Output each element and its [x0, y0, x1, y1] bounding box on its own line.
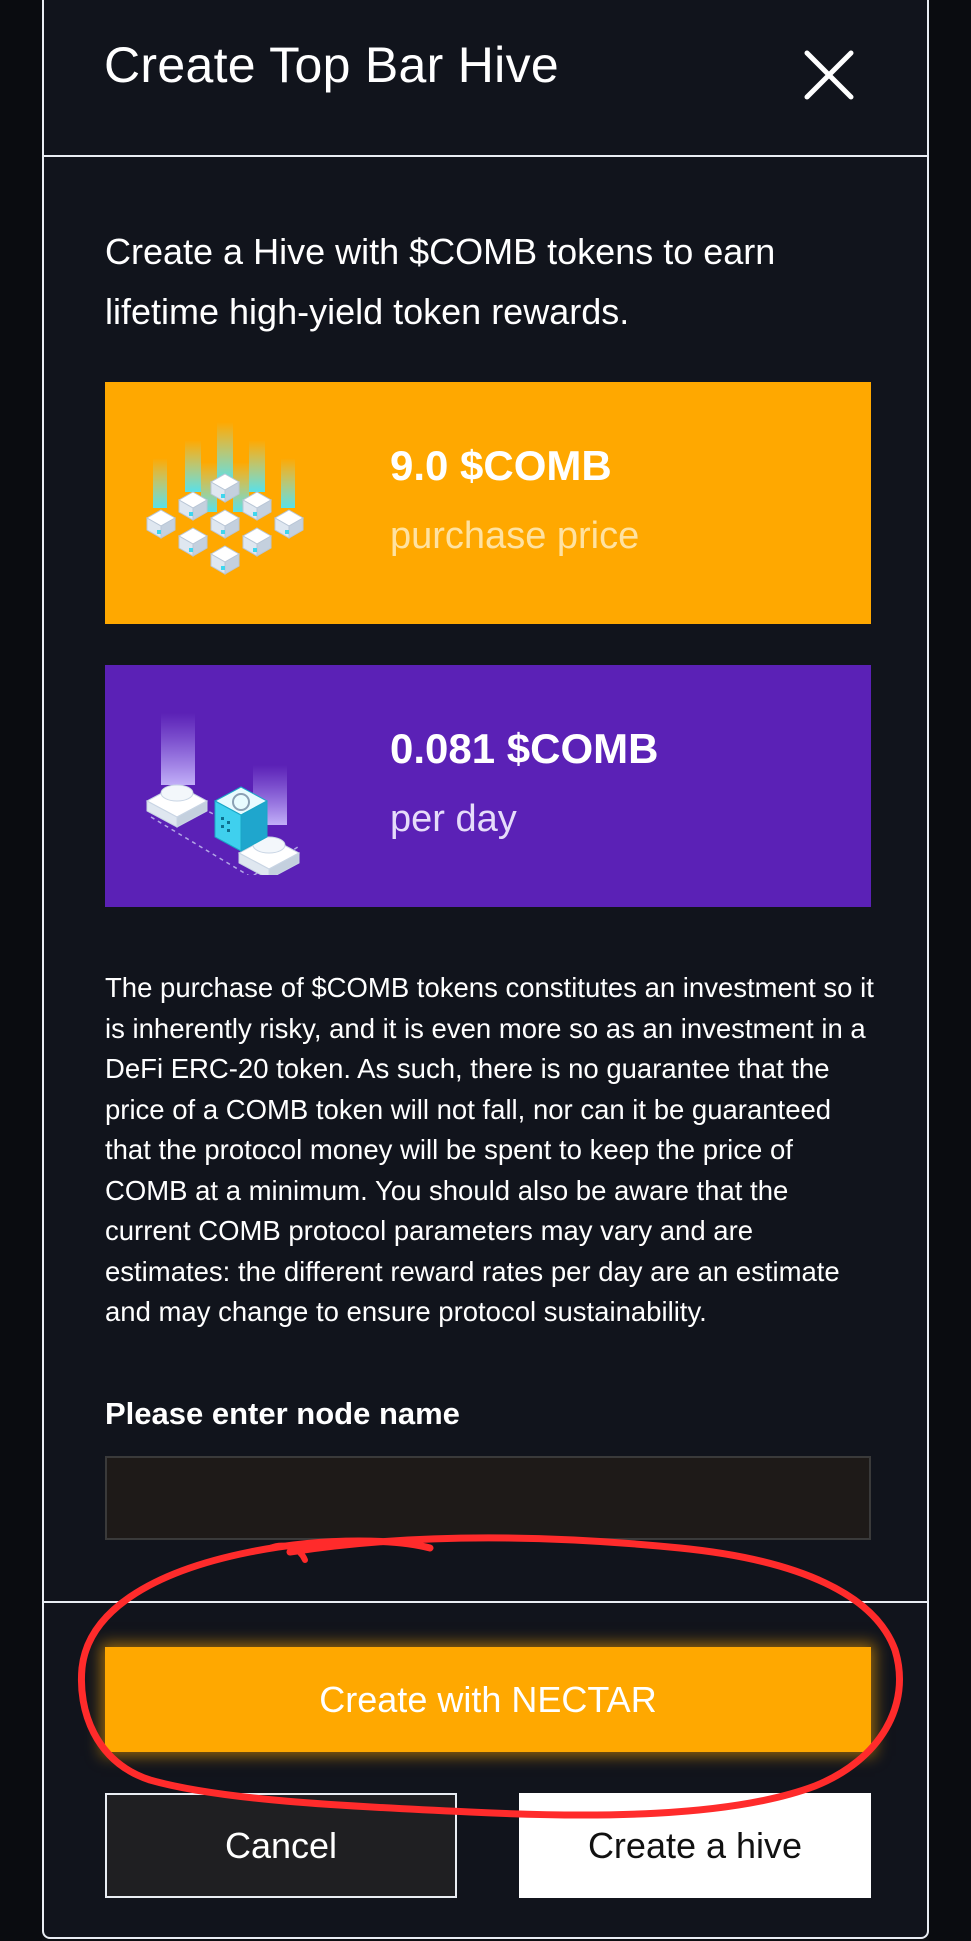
backdrop-left — [0, 0, 42, 1941]
purchase-price-label: purchase price — [390, 515, 640, 557]
create-hive-modal: Create Top Bar Hive Create a Hive with $… — [42, 0, 929, 1939]
modal-title: Create Top Bar Hive — [104, 37, 559, 93]
purchase-price-card: 9.0 $COMB purchase price — [105, 382, 871, 624]
close-icon — [804, 50, 854, 100]
close-button[interactable] — [802, 48, 856, 102]
node-network-icon — [145, 713, 302, 875]
daily-reward-label: per day — [390, 798, 517, 840]
create-hive-button[interactable]: Create a hive — [519, 1793, 871, 1898]
daily-reward-card: 0.081 $COMB per day — [105, 665, 871, 907]
backdrop-right — [929, 0, 971, 1941]
footer-divider — [44, 1601, 927, 1603]
intro-text: Create a Hive with $COMB tokens to earn … — [105, 231, 776, 332]
cancel-button[interactable]: Cancel — [105, 1793, 457, 1898]
node-name-input[interactable] — [105, 1456, 871, 1540]
modal-header: Create Top Bar Hive — [44, 0, 927, 157]
purchase-price-value: 9.0 $COMB — [390, 442, 612, 489]
create-with-nectar-button[interactable]: Create with NECTAR — [105, 1647, 871, 1752]
daily-reward-value: 0.081 $COMB — [390, 725, 659, 772]
hive-blocks-icon — [145, 422, 305, 575]
risk-disclaimer: The purchase of $COMB tokens constitutes… — [105, 972, 874, 1327]
node-name-label: Please enter node name — [105, 1396, 460, 1431]
